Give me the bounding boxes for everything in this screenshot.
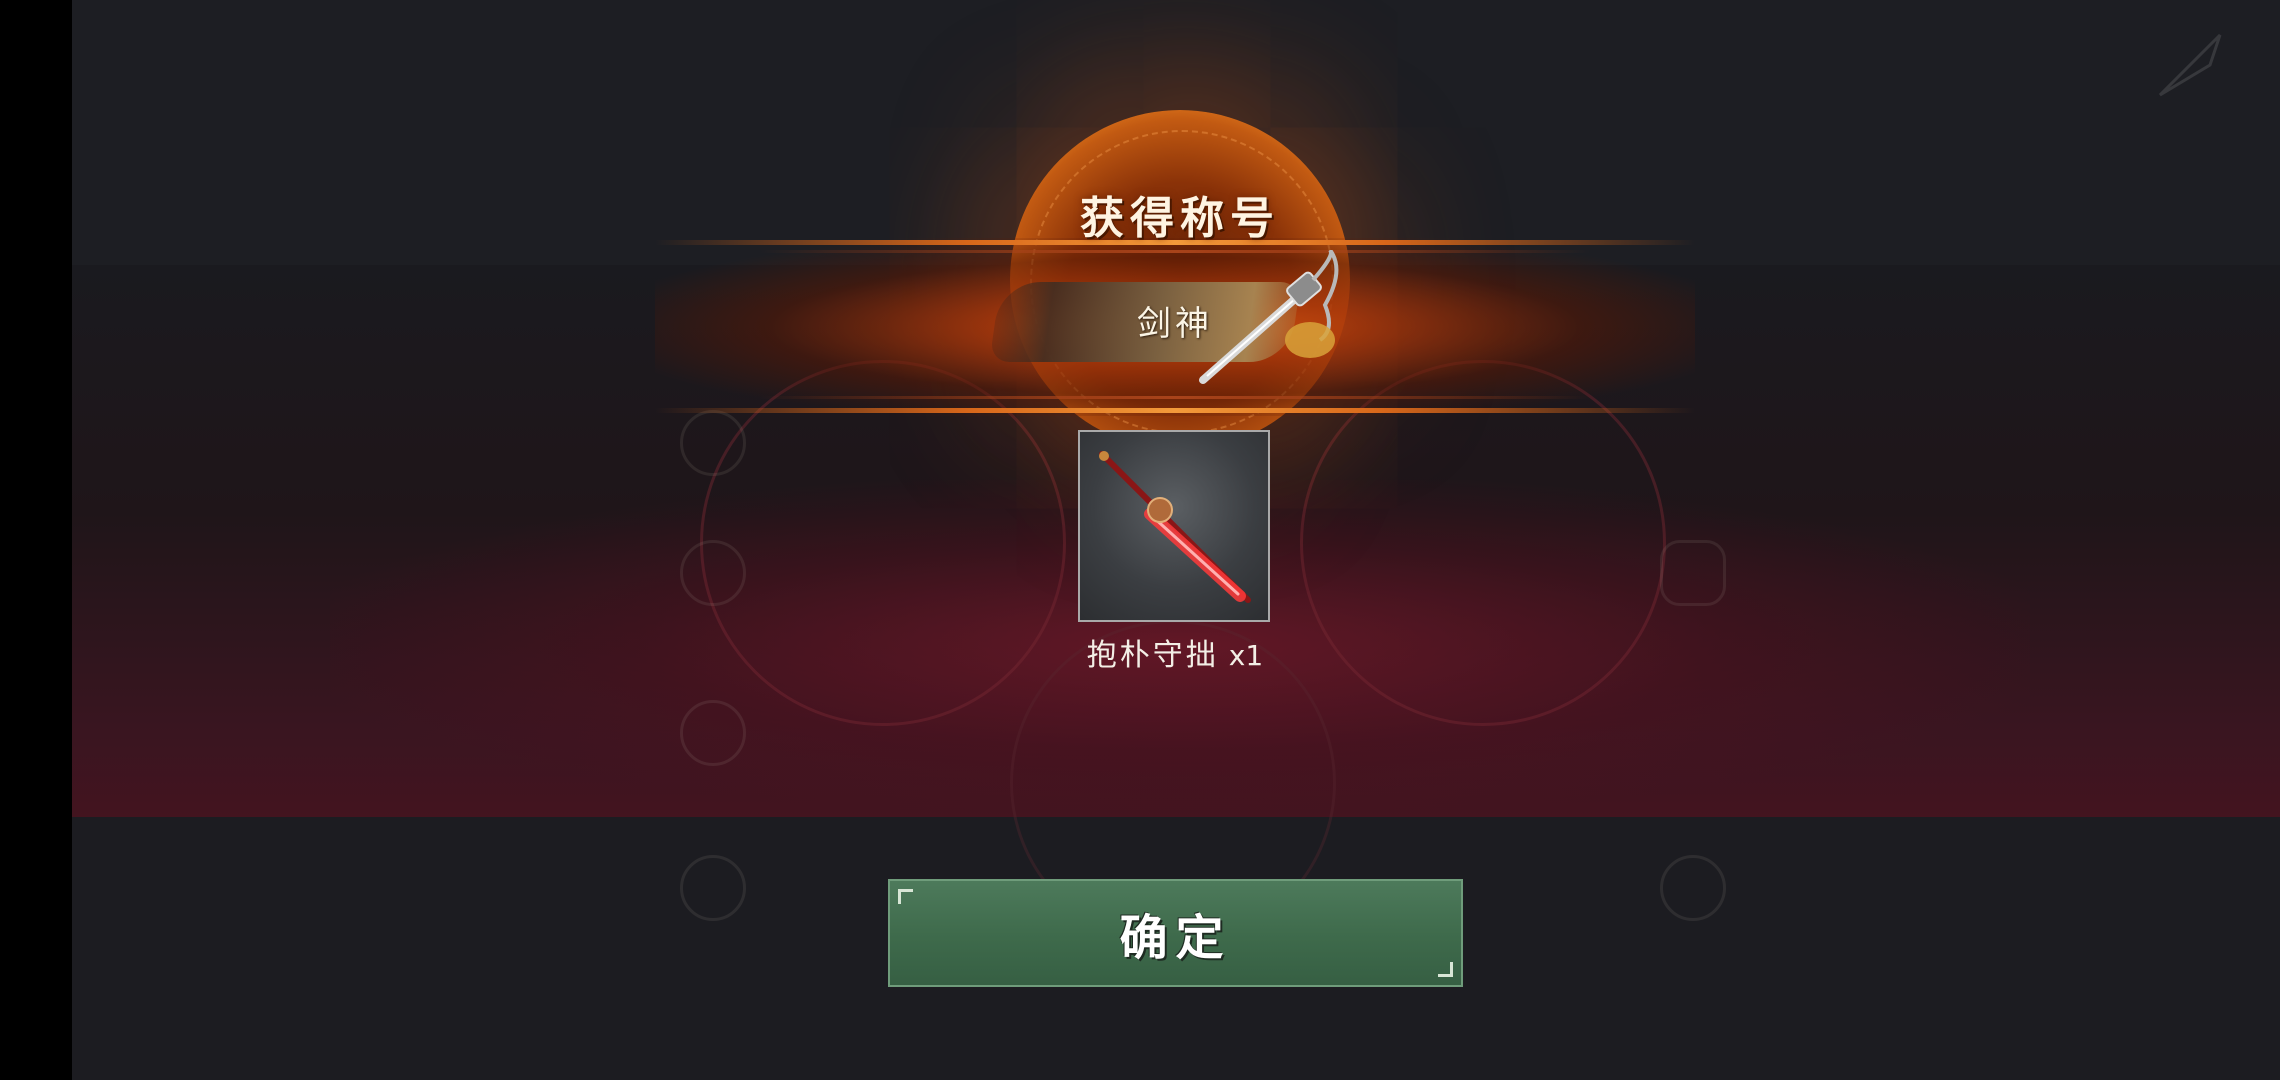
left-black-strip [0,0,72,1080]
background-reward-icon [1660,855,1726,921]
background-quest-icon [680,855,746,921]
acquired-title-name: 剑神 [1137,304,1213,344]
reward-item-card[interactable] [1078,430,1270,622]
confirm-button[interactable]: 确定 [888,879,1463,987]
background-quest-icon [680,540,746,606]
corner-emblem-icon [2158,33,2222,97]
red-sword-icon [1099,451,1251,603]
reward-item-label: 抱朴守拙 x1 [1020,630,1330,674]
background-quest-icon [680,410,746,476]
background-reward-icon [1660,540,1726,606]
reward-item-quantity: x1 [1228,639,1264,672]
banner-line [655,408,1695,413]
confirm-button-label: 确定 [1119,910,1232,966]
background-quest-icon [680,700,746,766]
reward-item-name: 抱朴守拙 [1086,638,1219,673]
popup-title: 获得称号 [1080,193,1280,244]
banner-line [760,250,1590,253]
banner-line [760,396,1590,399]
